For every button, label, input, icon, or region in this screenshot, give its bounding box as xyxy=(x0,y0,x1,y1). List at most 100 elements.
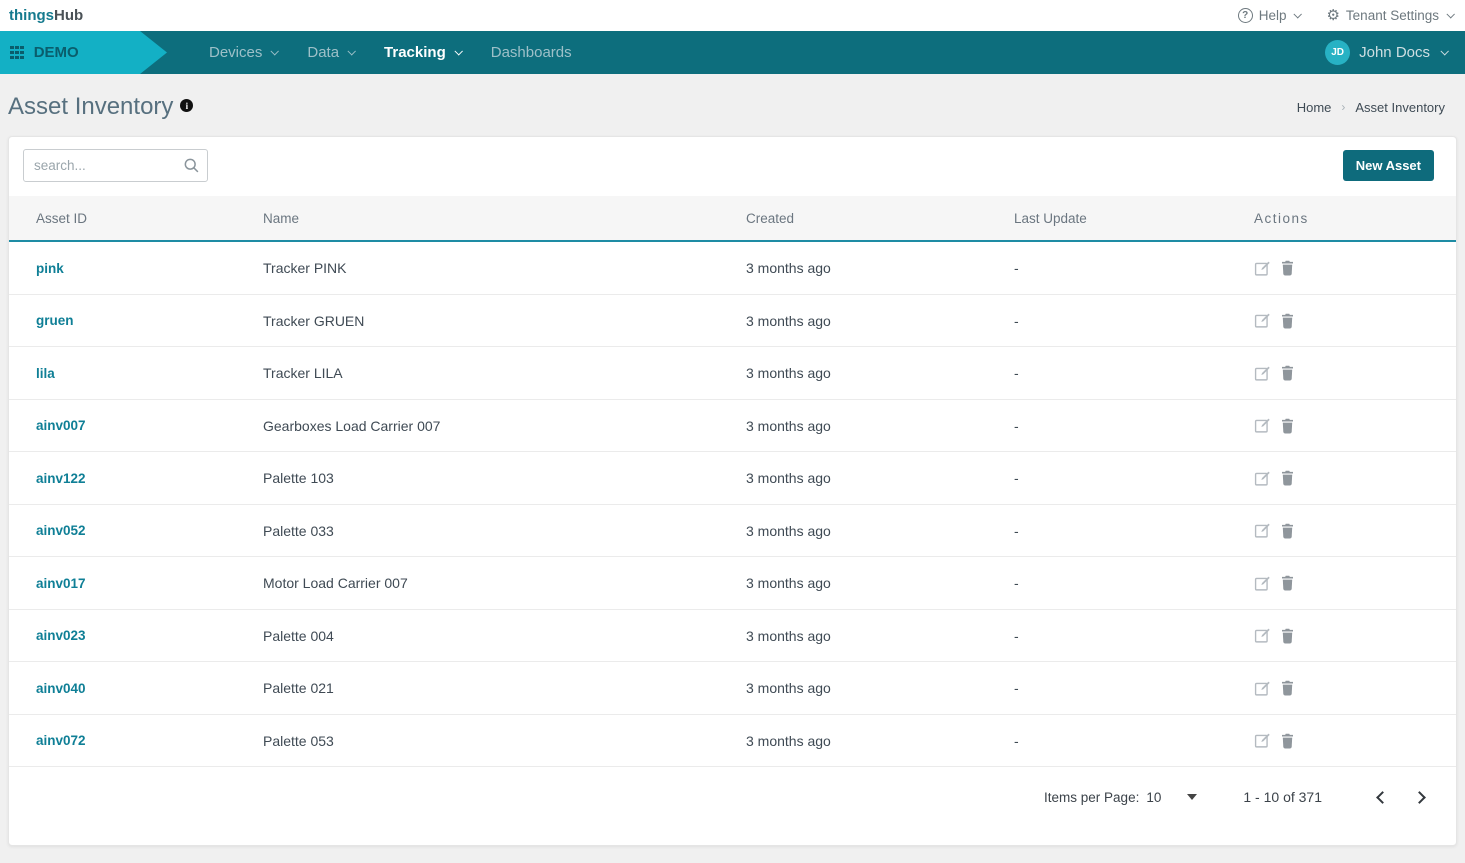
edit-icon[interactable] xyxy=(1254,417,1271,434)
column-header-actions: Actions xyxy=(1254,211,1456,226)
edit-icon[interactable] xyxy=(1254,575,1271,592)
chevron-down-icon xyxy=(271,47,279,55)
edit-icon[interactable] xyxy=(1254,260,1271,277)
column-header-created: Created xyxy=(746,211,1014,226)
user-name: John Docs xyxy=(1359,44,1430,61)
nav-item-data[interactable]: Data xyxy=(307,44,354,61)
search-icon xyxy=(183,157,200,174)
nav-item-label: Dashboards xyxy=(491,44,572,61)
items-per-page-select[interactable]: 10 xyxy=(1146,790,1161,805)
asset-last-update: - xyxy=(1014,733,1254,749)
asset-id-link[interactable]: ainv023 xyxy=(36,628,263,643)
asset-last-update: - xyxy=(1014,680,1254,696)
table-row: ainv122 Palette 103 3 months ago - xyxy=(9,452,1456,505)
column-header-name: Name xyxy=(263,211,746,226)
asset-created: 3 months ago xyxy=(746,313,1014,329)
breadcrumb-separator-icon: › xyxy=(1341,100,1345,114)
asset-id-link[interactable]: ainv007 xyxy=(36,418,263,433)
asset-name: Palette 021 xyxy=(263,680,746,696)
info-icon[interactable]: i xyxy=(180,99,193,112)
edit-icon[interactable] xyxy=(1254,627,1271,644)
previous-page-icon[interactable] xyxy=(1376,791,1389,804)
asset-id-link[interactable]: ainv122 xyxy=(36,471,263,486)
asset-name: Tracker GRUEN xyxy=(263,313,746,329)
table-row: pink Tracker PINK 3 months ago - xyxy=(9,242,1456,295)
asset-name: Gearboxes Load Carrier 007 xyxy=(263,418,746,434)
tenant-label: DEMO xyxy=(34,44,79,61)
chevron-down-icon xyxy=(1440,47,1448,55)
page-range-label: 1 - 10 of 371 xyxy=(1243,789,1322,805)
asset-id-link[interactable]: ainv017 xyxy=(36,576,263,591)
help-icon: ? xyxy=(1238,8,1253,23)
delete-icon[interactable] xyxy=(1280,733,1295,749)
delete-icon[interactable] xyxy=(1280,260,1295,276)
edit-icon[interactable] xyxy=(1254,470,1271,487)
chevron-down-icon xyxy=(348,47,356,55)
tenant-settings-menu[interactable]: ⚙ Tenant Settings xyxy=(1326,8,1453,23)
edit-icon[interactable] xyxy=(1254,312,1271,329)
table-body: pink Tracker PINK 3 months ago - gruen T… xyxy=(9,242,1456,767)
asset-id-link[interactable]: ainv040 xyxy=(36,681,263,696)
delete-icon[interactable] xyxy=(1280,418,1295,434)
asset-last-update: - xyxy=(1014,313,1254,329)
asset-last-update: - xyxy=(1014,418,1254,434)
table-row: ainv023 Palette 004 3 months ago - xyxy=(9,610,1456,663)
gear-icon: ⚙ xyxy=(1326,8,1339,23)
breadcrumb-home[interactable]: Home xyxy=(1297,100,1332,115)
delete-icon[interactable] xyxy=(1280,628,1295,644)
asset-id-link[interactable]: lila xyxy=(36,366,263,381)
asset-created: 3 months ago xyxy=(746,733,1014,749)
table-row: ainv007 Gearboxes Load Carrier 007 3 mon… xyxy=(9,400,1456,453)
next-page-icon[interactable] xyxy=(1413,791,1426,804)
asset-id-link[interactable]: gruen xyxy=(36,313,263,328)
tenant-selector[interactable]: DEMO xyxy=(0,31,167,74)
table-row: ainv072 Palette 053 3 months ago - xyxy=(9,715,1456,768)
edit-icon[interactable] xyxy=(1254,522,1271,539)
asset-id-link[interactable]: pink xyxy=(36,261,263,276)
nav-item-label: Tracking xyxy=(384,44,446,61)
nav-item-devices[interactable]: Devices xyxy=(209,44,277,61)
user-menu[interactable]: JD John Docs xyxy=(1325,40,1465,65)
delete-icon[interactable] xyxy=(1280,680,1295,696)
delete-icon[interactable] xyxy=(1280,575,1295,591)
delete-icon[interactable] xyxy=(1280,523,1295,539)
nav-item-tracking[interactable]: Tracking xyxy=(384,44,461,61)
main-nav-bar: DEMO Devices Data Tracking Dashboards JD… xyxy=(0,31,1465,74)
asset-name: Motor Load Carrier 007 xyxy=(263,575,746,591)
avatar: JD xyxy=(1325,40,1350,65)
search-input[interactable] xyxy=(23,149,208,182)
table-row: ainv017 Motor Load Carrier 007 3 months … xyxy=(9,557,1456,610)
delete-icon[interactable] xyxy=(1280,365,1295,381)
nav-item-label: Devices xyxy=(209,44,262,61)
page-title: Asset Inventory xyxy=(8,94,173,120)
logo-part-1: things xyxy=(9,7,54,24)
edit-icon[interactable] xyxy=(1254,732,1271,749)
nav-item-dashboards[interactable]: Dashboards xyxy=(491,44,572,61)
new-asset-button[interactable]: New Asset xyxy=(1343,150,1434,181)
table-row: gruen Tracker GRUEN 3 months ago - xyxy=(9,295,1456,348)
help-menu[interactable]: ? Help xyxy=(1238,8,1301,23)
asset-name: Palette 004 xyxy=(263,628,746,644)
table-row: ainv040 Palette 021 3 months ago - xyxy=(9,662,1456,715)
asset-name: Palette 103 xyxy=(263,470,746,486)
asset-last-update: - xyxy=(1014,628,1254,644)
asset-name: Tracker PINK xyxy=(263,260,746,276)
delete-icon[interactable] xyxy=(1280,313,1295,329)
chevron-down-icon xyxy=(1446,10,1454,18)
table-row: lila Tracker LILA 3 months ago - xyxy=(9,347,1456,400)
items-per-page-dropdown-icon[interactable] xyxy=(1187,794,1197,800)
asset-created: 3 months ago xyxy=(746,575,1014,591)
asset-name: Tracker LILA xyxy=(263,365,746,381)
asset-id-link[interactable]: ainv072 xyxy=(36,733,263,748)
breadcrumb-current: Asset Inventory xyxy=(1355,100,1445,115)
asset-id-link[interactable]: ainv052 xyxy=(36,523,263,538)
edit-icon[interactable] xyxy=(1254,680,1271,697)
thingshub-logo[interactable]: thingsHub xyxy=(9,7,83,24)
asset-inventory-card: New Asset Asset ID Name Created Last Upd… xyxy=(8,136,1457,846)
edit-icon[interactable] xyxy=(1254,365,1271,382)
asset-name: Palette 053 xyxy=(263,733,746,749)
asset-last-update: - xyxy=(1014,575,1254,591)
delete-icon[interactable] xyxy=(1280,470,1295,486)
asset-last-update: - xyxy=(1014,260,1254,276)
chevron-down-icon xyxy=(454,47,462,55)
